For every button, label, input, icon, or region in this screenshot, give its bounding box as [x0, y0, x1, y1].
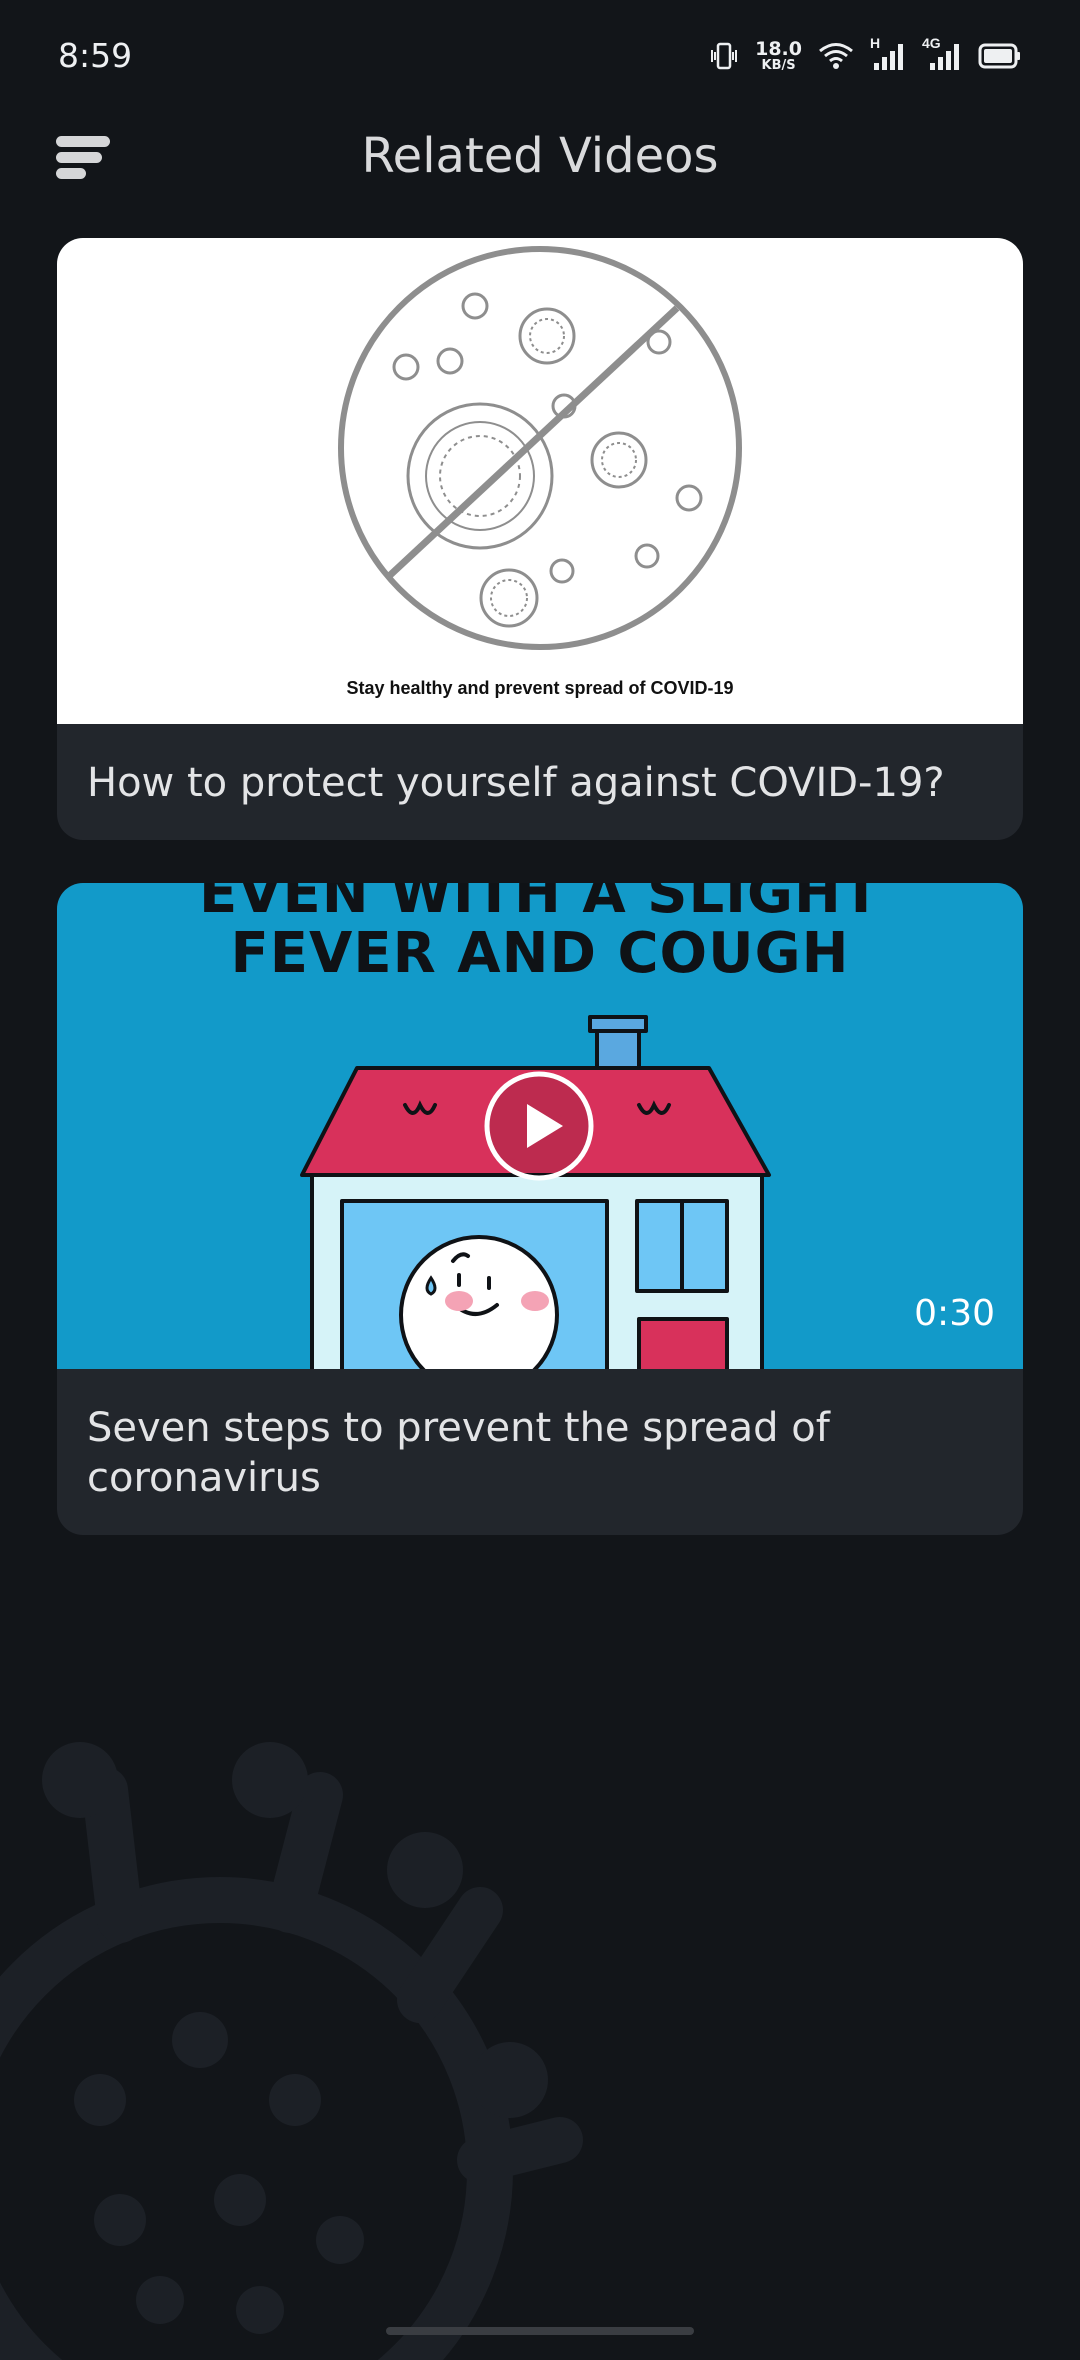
video-duration: 0:30	[914, 1293, 995, 1334]
thumbnail-caption: Stay healthy and prevent spread of COVID…	[346, 678, 734, 698]
no-virus-icon	[338, 246, 742, 650]
signal-icon: H	[870, 35, 906, 71]
video-title: How to protect yourself against COVID-19…	[87, 760, 945, 806]
video-card[interactable]: EVEN WITH A SLIGHT FEVER AND COUGH 0:30 …	[57, 883, 1023, 1535]
virus-background-icon	[0, 1742, 583, 2360]
vibrate-icon	[709, 41, 739, 71]
video-thumbnail: EVEN WITH A SLIGHT FEVER AND COUGH 0:30	[57, 883, 1023, 1369]
status-icons: 18.0 KB/S H 4G	[709, 35, 1022, 76]
network-speed-unit: KB/S	[761, 58, 796, 73]
video-title: Seven steps to prevent the spread of cor…	[87, 1405, 830, 1501]
play-button[interactable]	[483, 1070, 595, 1182]
battery-icon	[978, 42, 1022, 70]
network-speed-value: 18.0	[755, 38, 802, 60]
status-bar: 8:59 18.0 KB/S H 4G	[0, 0, 1080, 110]
network-type-label: H	[870, 35, 881, 51]
network-speed: 18.0 KB/S	[755, 38, 802, 73]
status-time: 8:59	[58, 36, 133, 75]
home-indicator[interactable]	[386, 2327, 694, 2335]
signal-icon: 4G	[922, 35, 962, 71]
video-card[interactable]: Stay healthy and prevent spread of COVID…	[57, 238, 1023, 840]
play-icon	[484, 1071, 594, 1181]
page-title: Related Videos	[361, 128, 719, 184]
network-type-label: 4G	[922, 35, 941, 51]
app-header: Related Videos	[0, 110, 1080, 210]
video-thumbnail: Stay healthy and prevent spread of COVID…	[57, 238, 1023, 724]
wifi-icon	[818, 41, 854, 71]
